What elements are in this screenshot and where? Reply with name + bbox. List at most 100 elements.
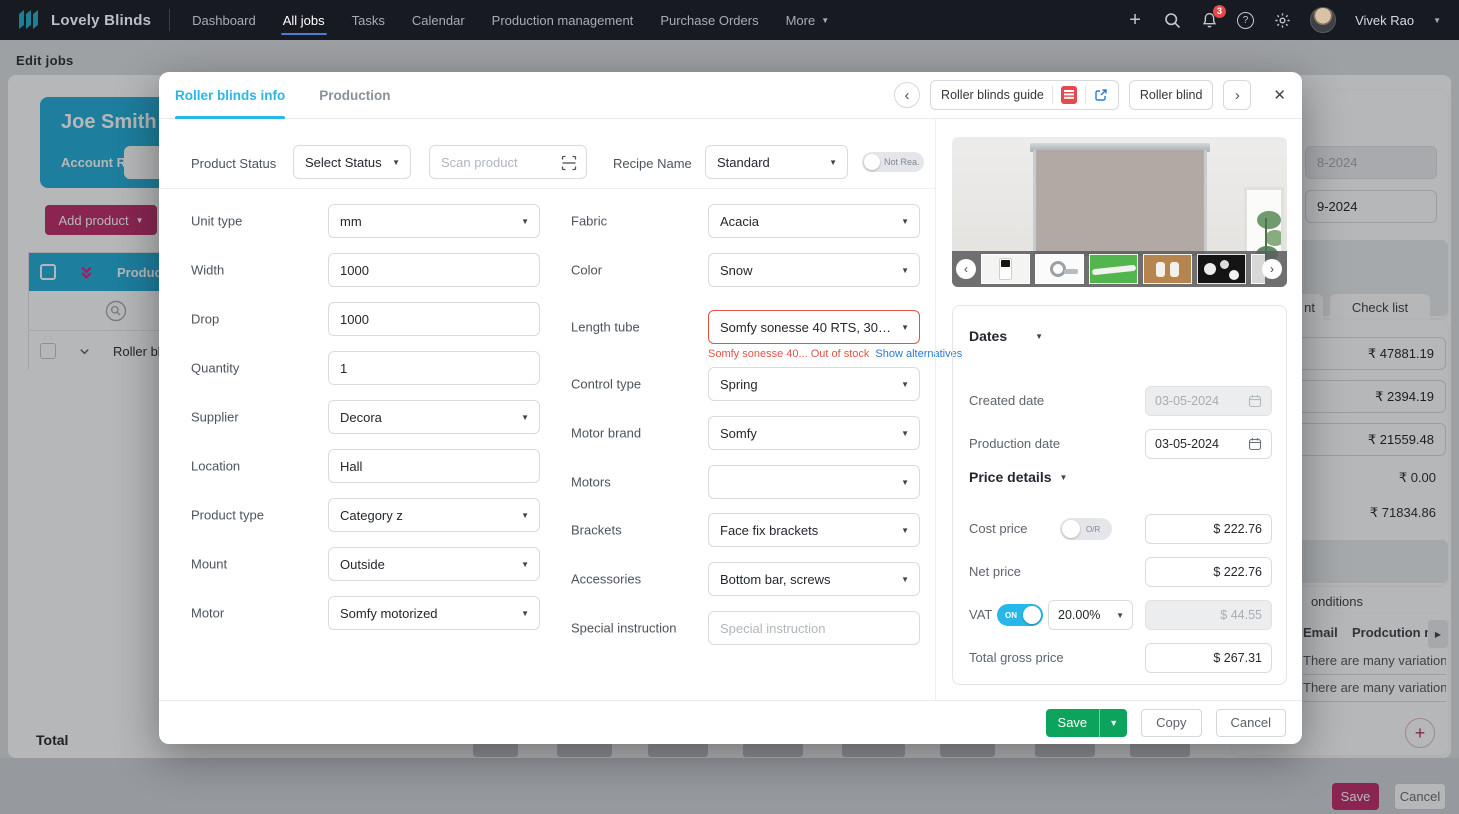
- not-ready-toggle-label: Not Rea...: [884, 157, 920, 167]
- motor-brand-select[interactable]: Somfy ▼: [708, 416, 920, 450]
- cancel-button[interactable]: Cancel: [1216, 709, 1286, 737]
- chevron-down-icon: ▼: [821, 16, 829, 25]
- barcode-scan-icon[interactable]: [561, 155, 577, 174]
- motor-brand-value: Somfy: [720, 426, 757, 441]
- nav-item-dashboard[interactable]: Dashboard: [192, 0, 256, 40]
- product-status-select[interactable]: Select Status ▼: [293, 145, 411, 179]
- dates-section-header[interactable]: Dates ▼: [969, 328, 1043, 344]
- vat-toggle-label: ON: [1005, 611, 1017, 620]
- thumbnail-remote[interactable]: [981, 254, 1030, 284]
- chevron-down-icon: ▼: [901, 526, 909, 535]
- thumbnails-next-button[interactable]: ›: [1262, 259, 1282, 279]
- accessories-value: Bottom bar, screws: [720, 572, 831, 587]
- chevron-down-icon: ▼: [1116, 611, 1124, 620]
- close-icon[interactable]: ✕: [1273, 86, 1286, 104]
- chevron-down-icon: ▼: [1060, 473, 1068, 482]
- search-icon[interactable]: [1163, 11, 1181, 29]
- next-document-chip[interactable]: Roller blind: [1129, 80, 1214, 110]
- calendar-icon[interactable]: [1248, 437, 1262, 451]
- next-document-button[interactable]: ›: [1223, 80, 1251, 110]
- save-options-chevron-button[interactable]: ▼: [1099, 709, 1127, 737]
- tab-production[interactable]: Production: [319, 72, 390, 119]
- thumbnail-strip: ‹ ›: [952, 251, 1287, 287]
- length-tube-select[interactable]: Somfy sonesse 40 RTS, 30mm t...▼: [708, 310, 920, 344]
- nav-item-more[interactable]: More ▼: [786, 0, 830, 40]
- color-value: Snow: [720, 263, 753, 278]
- scan-product-input[interactable]: Scan product: [429, 145, 587, 179]
- fabric-select[interactable]: Acacia▼: [708, 204, 920, 238]
- thumbnail-parts[interactable]: [1197, 254, 1246, 284]
- total-gross-price-value: $ 267.31: [1213, 651, 1262, 665]
- nav-item-calendar[interactable]: Calendar: [412, 0, 465, 40]
- special-instruction-value: Special instruction: [720, 621, 826, 636]
- open-external-icon[interactable]: [1094, 88, 1108, 102]
- vat-rate-select[interactable]: 20.00% ▼: [1048, 600, 1133, 630]
- top-navbar: Lovely Blinds Dashboard All jobs Tasks C…: [0, 0, 1459, 40]
- nav-item-production-management[interactable]: Production management: [492, 0, 634, 40]
- net-price-value: $ 222.76: [1213, 565, 1262, 579]
- brackets-label: Brackets: [571, 523, 622, 538]
- control-type-select[interactable]: Spring▼: [708, 367, 920, 401]
- gear-icon[interactable]: [1273, 11, 1291, 29]
- save-button[interactable]: Save: [1046, 709, 1100, 737]
- help-icon[interactable]: ?: [1237, 12, 1254, 29]
- price-details-title: Price details: [969, 469, 1052, 485]
- motors-label: Motors: [571, 475, 611, 490]
- form-field-row: FabricAcacia▼: [159, 204, 935, 238]
- guide-document-chip[interactable]: Roller blinds guide: [930, 80, 1119, 110]
- accessories-select[interactable]: Bottom bar, screws ▼: [708, 562, 920, 596]
- chevron-down-icon: ▼: [392, 158, 400, 167]
- vat-amount-input: $ 44.55: [1145, 600, 1272, 630]
- guide-document-label: Roller blinds guide: [941, 88, 1044, 102]
- vat-label: VAT: [969, 607, 992, 622]
- motors-select[interactable]: ▼: [708, 465, 920, 499]
- brand-logo-icon: [18, 9, 42, 31]
- product-status-value: Select Status: [305, 155, 382, 170]
- special-instruction-label: Special instruction: [571, 621, 677, 636]
- control-type-value: Spring: [720, 377, 758, 392]
- production-date-input[interactable]: 03-05-2024: [1145, 429, 1272, 459]
- color-select[interactable]: Snow▼: [708, 253, 920, 287]
- avatar[interactable]: [1310, 7, 1336, 33]
- form-field-row: Special instruction Special instruction: [159, 611, 935, 645]
- length-tube-label: Length tube: [571, 320, 640, 335]
- cost-override-toggle[interactable]: O/R: [1060, 518, 1112, 540]
- thumbnail-mount-brackets[interactable]: [1143, 254, 1192, 284]
- next-document-label: Roller blind: [1140, 88, 1203, 102]
- quick-add-icon[interactable]: +: [1126, 11, 1144, 29]
- chevron-down-icon: ▼: [901, 217, 909, 226]
- prev-document-button[interactable]: ‹: [894, 82, 920, 108]
- form-field-row: AccessoriesBottom bar, screws▼: [159, 562, 935, 596]
- chevron-down-icon: ▼: [1035, 332, 1043, 341]
- brackets-select[interactable]: Face fix brackets▼: [708, 513, 920, 547]
- nav-item-purchase-orders[interactable]: Purchase Orders: [660, 0, 758, 40]
- thumbnails-prev-button[interactable]: ‹: [956, 259, 976, 279]
- control-type-label: Control type: [571, 377, 641, 392]
- vat-toggle[interactable]: ON: [997, 604, 1043, 626]
- tab-roller-blinds-info[interactable]: Roller blinds info: [175, 72, 285, 119]
- dates-title: Dates: [969, 328, 1007, 344]
- net-price-input[interactable]: $ 222.76: [1145, 557, 1272, 587]
- special-instruction-input[interactable]: Special instruction: [708, 611, 920, 645]
- nav-item-all-jobs[interactable]: All jobs: [283, 0, 325, 40]
- nav-item-more-label: More: [786, 13, 816, 28]
- cost-price-input[interactable]: $ 222.76: [1145, 514, 1272, 544]
- net-price-label: Net price: [969, 564, 1021, 579]
- copy-button[interactable]: Copy: [1141, 709, 1201, 737]
- price-details-section-header[interactable]: Price details ▼: [969, 469, 1067, 485]
- chevron-down-icon: ▼: [901, 429, 909, 438]
- not-ready-toggle[interactable]: Not Rea...: [862, 152, 924, 172]
- recipe-name-select[interactable]: Standard ▼: [705, 145, 848, 179]
- total-gross-price-input[interactable]: $ 267.31: [1145, 643, 1272, 673]
- thumbnail-tube[interactable]: [1089, 254, 1138, 284]
- chevron-down-icon: ▼: [901, 575, 909, 584]
- chevron-down-icon[interactable]: ▼: [1433, 16, 1441, 25]
- production-date-value: 03-05-2024: [1155, 437, 1219, 451]
- form-field-row: ColorSnow▼: [159, 253, 935, 287]
- notifications-bell-icon[interactable]: 3: [1200, 11, 1218, 29]
- thumbnail-bracket[interactable]: [1035, 254, 1084, 284]
- nav-item-tasks[interactable]: Tasks: [352, 0, 385, 40]
- cost-override-toggle-label: O/R: [1086, 525, 1100, 534]
- recipe-name-label: Recipe Name: [613, 156, 692, 171]
- pdf-file-icon[interactable]: [1061, 86, 1077, 104]
